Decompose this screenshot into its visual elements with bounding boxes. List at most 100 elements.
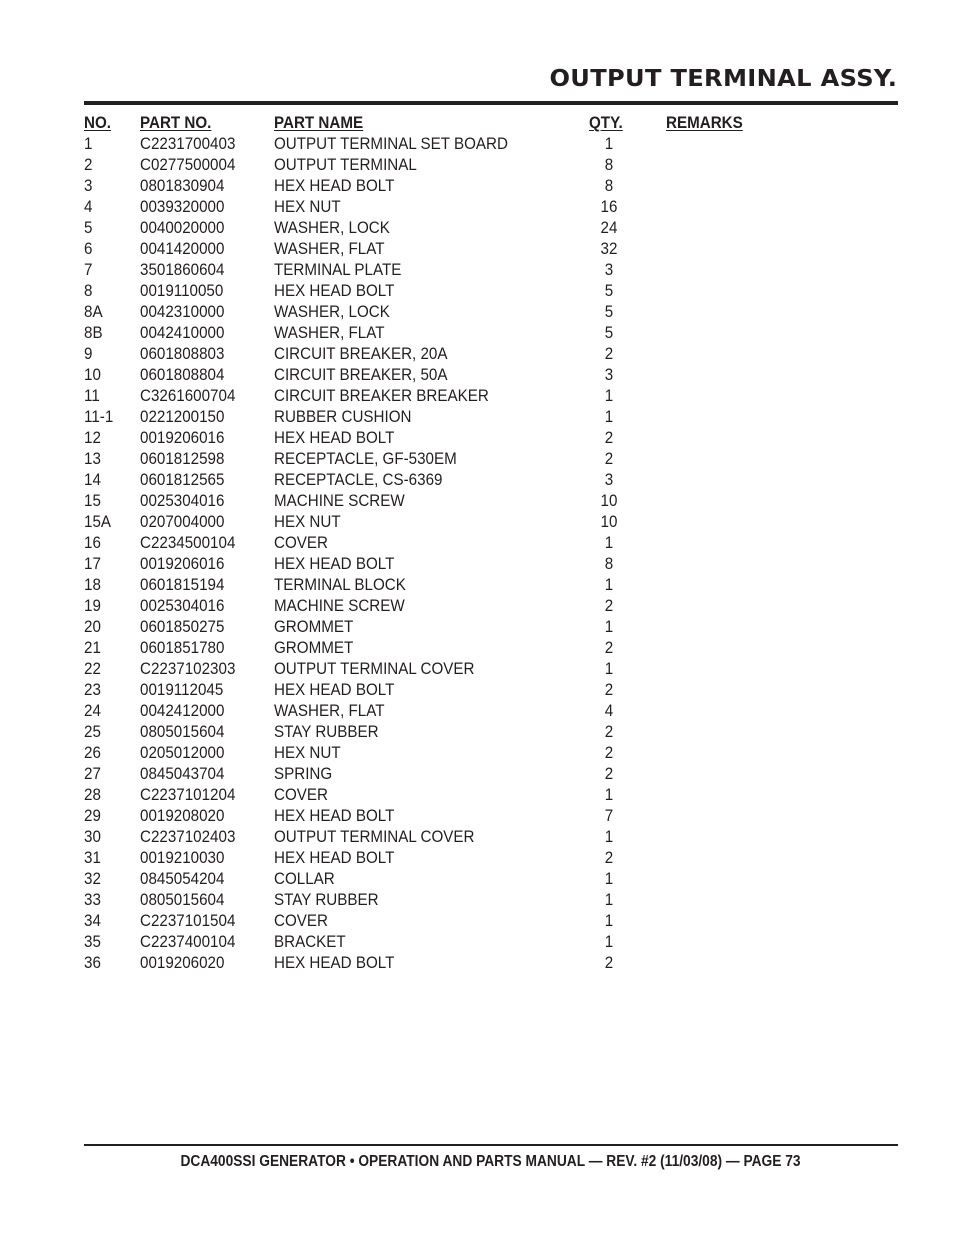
page-footer: DCA400SSI GENERATOR • OPERATION AND PART… bbox=[84, 1153, 898, 1171]
cell-part-no: 0019206016 bbox=[140, 555, 225, 573]
footer-label: DCA400SSI GENERATOR • OPERATION AND PART… bbox=[180, 1153, 802, 1170]
cell-no: 36 bbox=[84, 954, 101, 972]
cell-part-name: WASHER, FLAT bbox=[274, 324, 385, 342]
cell-part-no: C2237400104 bbox=[140, 933, 236, 951]
cell-qty: 2 bbox=[604, 429, 614, 447]
cell-part-name: BRACKET bbox=[274, 933, 346, 951]
cell-qty: 10 bbox=[600, 513, 618, 531]
cell-part-no: 3501860604 bbox=[140, 261, 225, 279]
cell-part-name: WASHER, FLAT bbox=[274, 240, 385, 258]
cell-no: 13 bbox=[84, 450, 101, 468]
cell-part-name: GROMMET bbox=[274, 639, 354, 657]
cell-part-name: COVER bbox=[274, 534, 328, 552]
cell-no: 29 bbox=[84, 807, 101, 825]
cell-part-name: HEX HEAD BOLT bbox=[274, 177, 395, 195]
cell-part-name: COLLAR bbox=[274, 870, 335, 888]
cell-qty: 8 bbox=[604, 156, 614, 174]
cell-no: 35 bbox=[84, 933, 101, 951]
cell-part-name: SPRING bbox=[274, 765, 333, 783]
cell-part-name: OUTPUT TERMINAL SET BOARD bbox=[274, 135, 508, 153]
cell-qty: 7 bbox=[604, 807, 614, 825]
cell-no: 18 bbox=[84, 576, 101, 594]
cell-no: 11 bbox=[84, 387, 100, 405]
cell-no: 28 bbox=[84, 786, 101, 804]
cell-part-no: 0601812565 bbox=[140, 471, 225, 489]
cell-qty: 1 bbox=[604, 828, 614, 846]
cell-part-name: RECEPTACLE, GF-530EM bbox=[274, 450, 457, 468]
cell-qty: 3 bbox=[604, 366, 614, 384]
cell-qty: 1 bbox=[604, 660, 614, 678]
cell-no: 34 bbox=[84, 912, 101, 930]
cell-no: 3 bbox=[84, 177, 93, 195]
cell-part-no: 0025304016 bbox=[140, 597, 225, 615]
cell-part-name: CIRCUIT BREAKER, 20A bbox=[274, 345, 448, 363]
cell-no: 21 bbox=[84, 639, 101, 657]
cell-part-no: 0207004000 bbox=[140, 513, 225, 531]
cell-part-name: OUTPUT TERMINAL bbox=[274, 156, 417, 174]
cell-no: 2 bbox=[84, 156, 93, 174]
cell-qty: 1 bbox=[604, 870, 614, 888]
cell-qty: 2 bbox=[604, 639, 614, 657]
cell-qty: 2 bbox=[604, 954, 614, 972]
cell-part-no: C2231700403 bbox=[140, 135, 236, 153]
cell-qty: 5 bbox=[604, 282, 614, 300]
cell-no: 27 bbox=[84, 765, 101, 783]
cell-qty: 1 bbox=[604, 387, 614, 405]
cell-part-name: HEX HEAD BOLT bbox=[274, 849, 395, 867]
cell-no: 15A bbox=[84, 513, 112, 531]
cell-no: 8 bbox=[84, 282, 93, 300]
cell-part-no: C0277500004 bbox=[140, 156, 236, 174]
cell-part-no: 0601850275 bbox=[140, 618, 225, 636]
cell-part-no: 0042310000 bbox=[140, 303, 225, 321]
cell-qty: 16 bbox=[600, 198, 618, 216]
cell-part-no: C2234500104 bbox=[140, 534, 236, 552]
cell-part-no: 0801830904 bbox=[140, 177, 225, 195]
cell-no: 9 bbox=[84, 345, 93, 363]
cell-part-no: 0601815194 bbox=[140, 576, 225, 594]
cell-part-no: 0040020000 bbox=[140, 219, 225, 237]
cell-part-no: 0221200150 bbox=[140, 408, 225, 426]
cell-no: 12 bbox=[84, 429, 101, 447]
cell-part-no: 0039320000 bbox=[140, 198, 225, 216]
cell-qty: 3 bbox=[604, 471, 614, 489]
cell-part-name: TERMINAL BLOCK bbox=[274, 576, 406, 594]
cell-qty: 2 bbox=[604, 681, 614, 699]
cell-qty: 1 bbox=[604, 576, 614, 594]
cell-part-name: RECEPTACLE, CS-6369 bbox=[274, 471, 443, 489]
cell-part-name: HEX HEAD BOLT bbox=[274, 681, 395, 699]
cell-part-name: CIRCUIT BREAKER BREAKER bbox=[274, 387, 489, 405]
cell-part-no: 0019206020 bbox=[140, 954, 225, 972]
cell-no: 15 bbox=[84, 492, 101, 510]
cell-no: 17 bbox=[84, 555, 101, 573]
header-qty: QTY. bbox=[589, 114, 623, 132]
cell-qty: 8 bbox=[604, 177, 614, 195]
cell-part-no: C3261600704 bbox=[140, 387, 236, 405]
cell-no: 5 bbox=[84, 219, 93, 237]
cell-no: 22 bbox=[84, 660, 101, 678]
cell-part-no: 0025304016 bbox=[140, 492, 225, 510]
cell-part-name: STAY RUBBER bbox=[274, 723, 379, 741]
cell-no: 19 bbox=[84, 597, 101, 615]
cell-part-name: WASHER, LOCK bbox=[274, 219, 390, 237]
cell-qty: 32 bbox=[600, 240, 618, 258]
cell-no: 1 bbox=[84, 135, 93, 153]
cell-no: 14 bbox=[84, 471, 101, 489]
cell-qty: 5 bbox=[604, 303, 614, 321]
cell-part-name: HEX HEAD BOLT bbox=[274, 954, 395, 972]
cell-part-no: C2237101204 bbox=[140, 786, 236, 804]
cell-qty: 2 bbox=[604, 450, 614, 468]
cell-part-no: 0805015604 bbox=[140, 723, 225, 741]
cell-part-no: 0019110050 bbox=[140, 282, 224, 300]
cell-part-no: 0205012000 bbox=[140, 744, 225, 762]
cell-part-name: HEX HEAD BOLT bbox=[274, 282, 395, 300]
cell-qty: 2 bbox=[604, 345, 614, 363]
cell-part-no: 0601808804 bbox=[140, 366, 225, 384]
cell-part-no: 0601851780 bbox=[140, 639, 225, 657]
cell-part-no: C2237101504 bbox=[140, 912, 236, 930]
cell-part-no: 0845054204 bbox=[140, 870, 225, 888]
cell-part-name: MACHINE SCREW bbox=[274, 597, 405, 615]
cell-qty: 1 bbox=[604, 408, 614, 426]
cell-part-name: HEX HEAD BOLT bbox=[274, 429, 395, 447]
cell-part-no: C2237102303 bbox=[140, 660, 236, 678]
cell-no: 20 bbox=[84, 618, 101, 636]
